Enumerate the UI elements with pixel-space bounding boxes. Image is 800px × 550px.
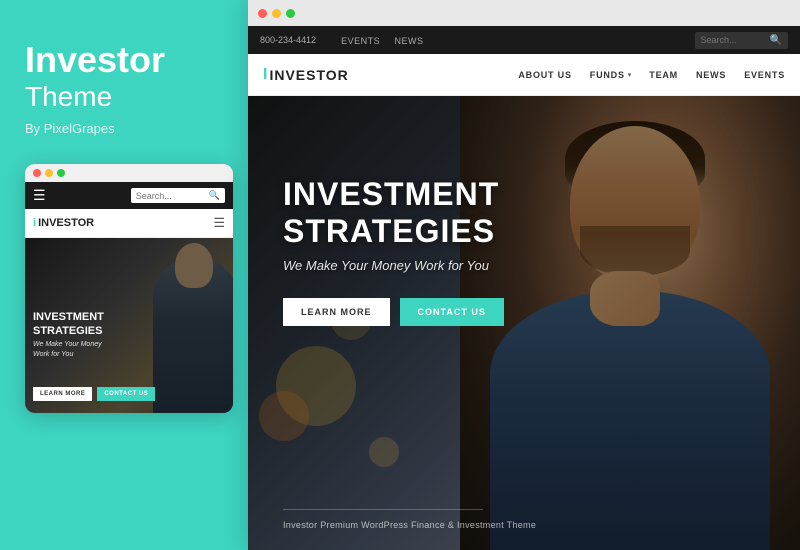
mobile-hero-title-line1: INVESTMENT xyxy=(33,310,104,324)
hero-title-line2: STRATEGIES xyxy=(283,213,504,250)
nav-team[interactable]: TEAM xyxy=(649,70,678,80)
desktop-topbar: 800-234-4412 EVENTS NEWS 🔍 xyxy=(248,26,800,54)
mobile-logobar: i INVESTOR ☰ xyxy=(25,209,233,238)
funds-dropdown-arrow: ▾ xyxy=(628,71,632,79)
desktop-nav-links: ABOUT US FUNDS ▾ TEAM NEWS EVENTS xyxy=(518,70,785,80)
hero-title-line1: INVESTMENT xyxy=(283,176,504,213)
left-panel: Investor Theme By PixelGrapes ☰ 🔍 i INVE… xyxy=(0,0,248,550)
mobile-dot-green xyxy=(57,169,65,177)
by-line: By PixelGrapes xyxy=(25,121,228,136)
nav-events[interactable]: EVENTS xyxy=(744,70,785,80)
mobile-contact-us-button[interactable]: CONTACT US xyxy=(97,387,155,401)
mobile-hero-subtitle1: We Make Your Money xyxy=(33,341,104,348)
desktop-dot-red xyxy=(258,9,267,18)
title-investor: Investor xyxy=(25,40,228,80)
mobile-menu-icon: ☰ xyxy=(33,187,46,204)
desktop-logo-i: i xyxy=(263,66,268,84)
nav-funds-dropdown[interactable]: FUNDS ▾ xyxy=(590,70,632,80)
mobile-logo: i INVESTOR xyxy=(33,217,94,229)
title-theme: Theme xyxy=(25,80,228,114)
mobile-topbar: ☰ 🔍 xyxy=(25,182,233,209)
mobile-hero-title-line2: STRATEGIES xyxy=(33,324,104,338)
desktop-logo-text: INVESTOR xyxy=(269,67,348,83)
mobile-search-box: 🔍 xyxy=(131,188,225,203)
mobile-hamburger-icon: ☰ xyxy=(213,215,225,231)
desktop-search-box: 🔍 xyxy=(695,32,788,49)
mobile-hero-text: INVESTMENT STRATEGIES We Make Your Money… xyxy=(33,310,104,359)
mobile-preview: ☰ 🔍 i INVESTOR ☰ INVESTMENT STRATEGIES W… xyxy=(25,164,233,413)
desktop-navbar: i INVESTOR ABOUT US FUNDS ▾ TEAM NEWS EV… xyxy=(248,54,800,96)
nav-news[interactable]: NEWS xyxy=(696,70,726,80)
desktop-search-icon: 🔍 xyxy=(770,35,782,46)
mobile-hero-subtitle2: Work for You xyxy=(33,351,104,358)
hero-contact-us-button[interactable]: CONTACT US xyxy=(400,298,504,326)
mobile-hero-buttons: LEARN MORE CONTACT US xyxy=(33,387,155,401)
mobile-learn-more-button[interactable]: LEARN MORE xyxy=(33,387,92,401)
desktop-dot-green xyxy=(286,9,295,18)
desktop-search-input[interactable] xyxy=(701,35,766,45)
desktop-topbar-left: 800-234-4412 EVENTS NEWS xyxy=(260,31,424,49)
desktop-preview: 800-234-4412 EVENTS NEWS 🔍 i INVESTOR AB… xyxy=(248,0,800,550)
desktop-topbar-right: 🔍 xyxy=(695,32,788,49)
mobile-dot-yellow xyxy=(45,169,53,177)
nav-about[interactable]: ABOUT US xyxy=(518,70,571,80)
hero-buttons: LEARN MORE CONTACT US xyxy=(283,298,504,326)
nav-funds[interactable]: FUNDS xyxy=(590,70,625,80)
left-panel-text: Investor Theme By PixelGrapes xyxy=(25,40,228,136)
desktop-phone: 800-234-4412 xyxy=(260,35,316,45)
desktop-logo: i INVESTOR xyxy=(263,66,349,84)
hero-learn-more-button[interactable]: LEARN MORE xyxy=(283,298,390,326)
mobile-search-icon: 🔍 xyxy=(209,190,220,201)
mobile-search-input[interactable] xyxy=(136,191,206,201)
desktop-dot-yellow xyxy=(272,9,281,18)
mobile-logo-text: INVESTOR xyxy=(38,217,94,229)
mobile-dot-red xyxy=(33,169,41,177)
topnav-events[interactable]: EVENTS xyxy=(341,36,380,46)
mobile-logo-i: i xyxy=(33,217,36,229)
hero-footer-text: Investor Premium WordPress Finance & Inv… xyxy=(283,520,536,530)
desktop-hero: INVESTMENT STRATEGIES We Make Your Money… xyxy=(248,96,800,550)
desktop-window-chrome xyxy=(248,0,800,26)
hero-divider xyxy=(283,509,483,510)
mobile-hero: INVESTMENT STRATEGIES We Make Your Money… xyxy=(25,238,233,413)
topnav-news[interactable]: NEWS xyxy=(395,36,424,46)
hero-subtitle: We Make Your Money Work for You xyxy=(283,258,504,273)
hero-content: INVESTMENT STRATEGIES We Make Your Money… xyxy=(283,176,504,326)
mobile-dots-bar xyxy=(25,164,233,182)
desktop-topnav: EVENTS NEWS xyxy=(331,31,423,49)
